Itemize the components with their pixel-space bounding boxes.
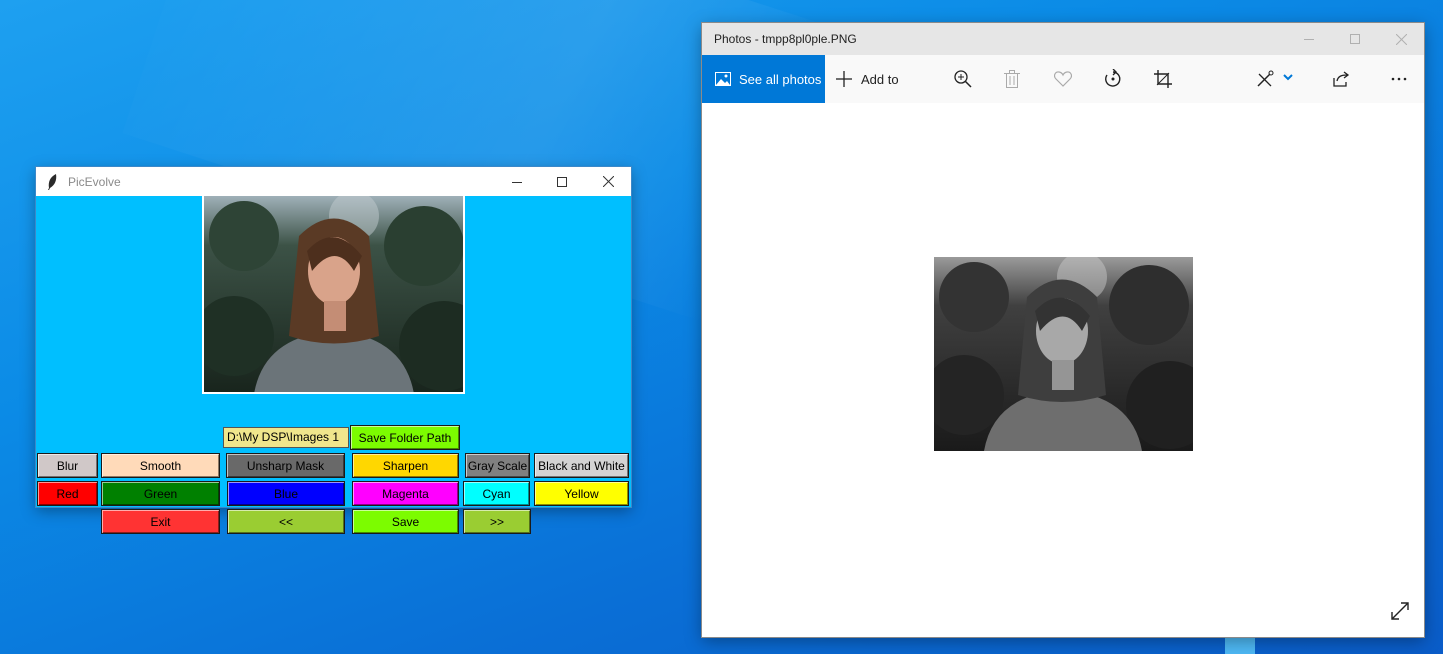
edit-icon[interactable] [1256, 69, 1276, 89]
close-button[interactable] [585, 167, 631, 196]
feather-app-icon [46, 173, 60, 191]
black-and-white-button[interactable]: Black and White [534, 453, 629, 478]
plus-icon [835, 70, 853, 88]
favorite-icon[interactable] [1053, 69, 1073, 89]
photos-window-title: Photos - tmpp8pl0ple.PNG [714, 32, 857, 46]
window-title: PicEvolve [68, 174, 121, 189]
picevolve-titlebar[interactable]: PicEvolve [36, 167, 631, 196]
maximize-button[interactable] [539, 167, 585, 196]
taskbar-glint [1225, 636, 1255, 654]
photo-viewer-canvas [702, 103, 1424, 637]
chevron-down-icon[interactable] [1278, 67, 1298, 87]
share-icon[interactable] [1331, 69, 1351, 89]
exit-button[interactable]: Exit [101, 509, 220, 534]
red-button[interactable]: Red [37, 481, 98, 506]
gray-scale-button[interactable]: Gray Scale [465, 453, 530, 478]
smooth-button[interactable]: Smooth [101, 453, 220, 478]
photos-maximize-button[interactable] [1332, 23, 1378, 55]
photos-window: Photos - tmpp8pl0ple.PNG See all photos … [702, 23, 1424, 637]
more-icon[interactable] [1389, 69, 1409, 89]
green-button[interactable]: Green [101, 481, 220, 506]
delete-icon[interactable] [1002, 69, 1022, 89]
photos-minimize-button[interactable] [1286, 23, 1332, 55]
color-photo-preview [202, 196, 465, 394]
cyan-button[interactable]: Cyan [463, 481, 530, 506]
add-to-label: Add to [861, 71, 899, 87]
next-button[interactable]: >> [463, 509, 531, 534]
photos-close-button[interactable] [1378, 23, 1424, 55]
see-all-photos-label: See all photos [739, 71, 822, 87]
save-button[interactable]: Save [352, 509, 459, 534]
add-to-button[interactable]: Add to [835, 55, 899, 103]
photos-app-icon [715, 72, 731, 86]
see-all-photos-button[interactable]: See all photos [702, 55, 825, 103]
picevolve-client: D:\My DSP\Images 1 Save Folder Path Blur… [36, 196, 631, 534]
unsharp-mask-button[interactable]: Unsharp Mask [226, 453, 345, 478]
folder-path-entry[interactable]: D:\My DSP\Images 1 [223, 427, 349, 448]
magenta-button[interactable]: Magenta [352, 481, 459, 506]
grayscale-photo [934, 257, 1193, 451]
rotate-icon[interactable] [1103, 69, 1123, 89]
yellow-button[interactable]: Yellow [534, 481, 629, 506]
picevolve-window: PicEvolve D:\My DSP\Images 1 Save Folder… [36, 167, 631, 534]
save-folder-path-button[interactable]: Save Folder Path [350, 425, 460, 450]
blur-button[interactable]: Blur [37, 453, 98, 478]
fullscreen-expand-icon[interactable] [1390, 601, 1410, 621]
sharpen-button[interactable]: Sharpen [352, 453, 459, 478]
photos-titlebar[interactable]: Photos - tmpp8pl0ple.PNG [702, 23, 1424, 55]
photos-toolbar: See all photos Add to [702, 55, 1424, 103]
minimize-button[interactable] [494, 167, 540, 196]
previous-button[interactable]: << [227, 509, 345, 534]
zoom-in-icon[interactable] [953, 69, 973, 89]
crop-icon[interactable] [1153, 69, 1173, 89]
blue-button[interactable]: Blue [227, 481, 345, 506]
